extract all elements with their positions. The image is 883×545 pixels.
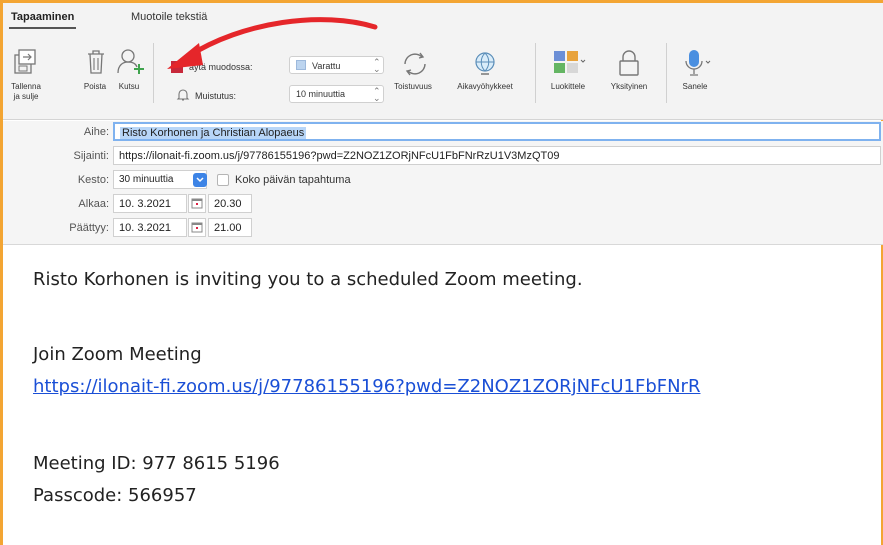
save-close-label-2: ja sulje (13, 92, 39, 101)
start-calendar-button[interactable] (188, 194, 206, 213)
body-invite-line: Risto Korhonen is inviting you to a sche… (33, 269, 583, 290)
delete-label: Poista (83, 82, 107, 91)
duration-value: 30 minuuttia (119, 174, 174, 185)
window-frame: Tapaaminen Muotoile tekstiä Tallenna ja … (0, 0, 883, 545)
end-time-input[interactable]: 21.00 (208, 218, 252, 237)
end-date-value: 10. 3.2021 (119, 222, 171, 234)
bell-icon (176, 89, 190, 101)
location-input[interactable]: https://ilonait-fi.zoom.us/j/97786155196… (113, 146, 881, 165)
start-time-input[interactable]: 20.30 (208, 194, 252, 213)
globe-icon (475, 52, 495, 75)
ribbon-tabs: Tapaaminen Muotoile tekstiä (3, 3, 883, 33)
body-zoom-link[interactable]: https://ilonait-fi.zoom.us/j/97786155196… (33, 376, 700, 397)
ribbon-divider-2 (535, 43, 536, 103)
end-label: Päättyy: (69, 222, 109, 234)
subject-value: Risto Korhonen ja Christian Alopaeus (120, 127, 307, 139)
start-date-value: 10. 3.2021 (119, 198, 171, 210)
subject-input[interactable]: Risto Korhonen ja Christian Alopaeus (113, 122, 881, 141)
location-label: Sijainti: (73, 150, 109, 162)
start-time-value: 20.30 (214, 198, 242, 210)
add-person-icon (117, 49, 144, 74)
calendar-icon (191, 222, 203, 233)
ribbon-divider-3 (666, 43, 667, 103)
meeting-form: Aihe: Risto Korhonen ja Christian Alopae… (3, 121, 883, 245)
categorize-icon (554, 51, 586, 73)
reminder-stepper-icon[interactable]: ⌃ ⌄ (373, 87, 381, 103)
allday-checkbox[interactable] (217, 174, 229, 186)
start-date-input[interactable]: 10. 3.2021 (113, 194, 187, 213)
subject-label: Aihe: (83, 126, 109, 138)
categorize-label: Luokittele (550, 82, 586, 91)
reminder-label: Muistutus: (195, 91, 237, 101)
ribbon-divider (153, 43, 154, 103)
reminder-value: 10 minuuttia (296, 89, 346, 99)
reminder-select[interactable]: 10 minuuttia (289, 85, 384, 103)
end-date-input[interactable]: 10. 3.2021 (113, 218, 187, 237)
start-label: Alkaa: (78, 198, 109, 210)
body-join-heading: Join Zoom Meeting (33, 344, 202, 365)
dictate-label: Sanele (682, 82, 708, 91)
save-close-label-1: Tallenna (11, 82, 41, 91)
private-label: Yksityinen (610, 82, 648, 91)
ribbon: Tapaaminen Muotoile tekstiä Tallenna ja … (3, 3, 883, 120)
recurrence-icon (404, 52, 426, 76)
end-time-value: 21.00 (214, 222, 242, 234)
microphone-icon (685, 50, 711, 76)
calendar-icon (191, 198, 203, 209)
annotation-arrow-icon (167, 17, 378, 69)
body-meeting-id: Meeting ID: 977 8615 5196 (33, 453, 280, 474)
timezones-label: Aikavyöhykkeet (457, 82, 513, 91)
lock-icon (619, 50, 639, 76)
location-value: https://ilonait-fi.zoom.us/j/97786155196… (119, 150, 560, 162)
recurrence-label: Toistuvuus (394, 82, 432, 91)
trash-icon (88, 50, 104, 74)
allday-label: Koko päivän tapahtuma (235, 174, 351, 186)
invite-label: Kutsu (118, 82, 140, 91)
duration-dropdown-chevron-icon[interactable] (193, 173, 207, 187)
body-passcode: Passcode: 566957 (33, 485, 197, 506)
end-calendar-button[interactable] (188, 218, 206, 237)
tab-tapaaminen[interactable]: Tapaaminen (8, 11, 77, 29)
save-close-icon (14, 49, 36, 74)
duration-label: Kesto: (77, 174, 109, 186)
